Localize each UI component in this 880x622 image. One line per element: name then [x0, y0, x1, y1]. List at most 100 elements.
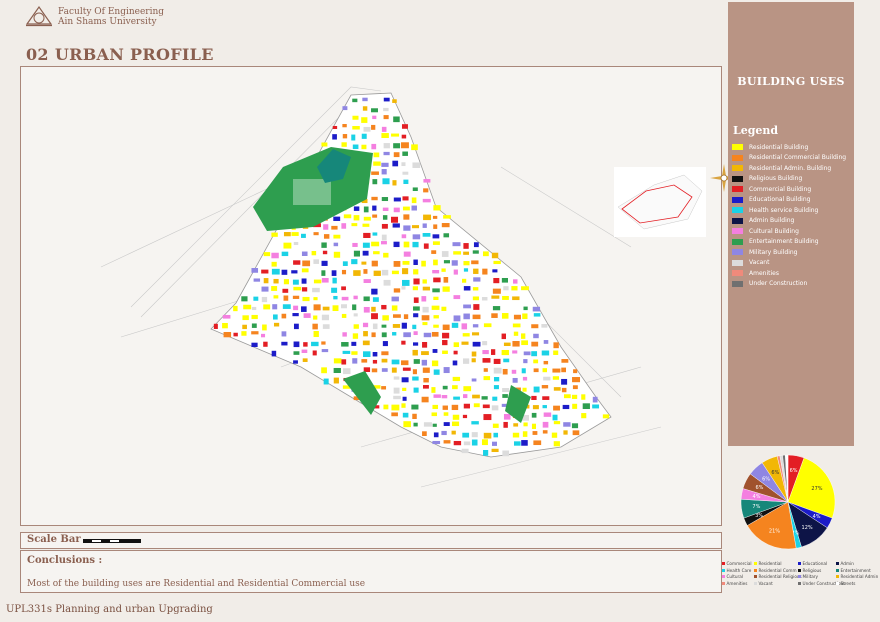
legend-swatch — [732, 217, 743, 224]
building-block — [293, 286, 302, 291]
building-block — [443, 260, 450, 264]
building-block — [263, 252, 271, 257]
building-block — [493, 432, 499, 438]
building-block — [352, 358, 358, 364]
pie-slice-label: 6% — [755, 485, 763, 491]
building-block — [471, 432, 478, 438]
building-block — [453, 342, 459, 348]
building-block — [313, 232, 319, 236]
building-block — [493, 260, 501, 265]
building-block — [463, 243, 469, 249]
building-block — [491, 252, 499, 259]
building-block — [462, 432, 470, 438]
building-block — [271, 232, 278, 237]
building-block — [483, 323, 492, 328]
building-block — [422, 385, 429, 389]
building-block — [523, 306, 528, 311]
building-block — [361, 133, 367, 139]
building-block — [312, 287, 320, 293]
building-block — [351, 351, 358, 355]
building-block — [303, 313, 311, 318]
building-block — [463, 386, 472, 392]
building-block — [371, 171, 379, 175]
building-block — [341, 223, 347, 229]
building-block — [492, 269, 498, 273]
building-block — [273, 295, 279, 299]
legend-item: Residential Commercial Building — [732, 153, 846, 164]
building-block — [282, 304, 291, 309]
legend-swatch — [732, 228, 743, 235]
building-block — [443, 215, 451, 219]
pie-slice-label: 6% — [790, 468, 798, 474]
building-block — [413, 297, 419, 303]
building-block — [273, 278, 279, 284]
pie-legend-swatch — [836, 575, 839, 578]
institution-header: Faculty Of Engineering Ain Shams Univers… — [58, 7, 164, 27]
building-block — [332, 134, 337, 140]
building-block — [433, 224, 438, 229]
building-block — [523, 422, 528, 427]
building-block — [473, 304, 480, 310]
building-block — [402, 171, 409, 175]
building-block — [521, 440, 528, 446]
pie-legend-label: Entertainment — [840, 567, 871, 573]
pie-legend-label: Religious — [802, 567, 822, 573]
building-block — [363, 206, 369, 213]
legend-swatch — [732, 154, 743, 161]
building-block — [353, 295, 358, 300]
building-block — [391, 216, 399, 223]
building-block — [442, 340, 448, 346]
building-block — [493, 385, 499, 390]
building-block — [491, 295, 500, 299]
building-block — [482, 341, 488, 346]
building-block — [443, 412, 449, 416]
building-block — [592, 396, 598, 403]
building-block — [533, 440, 542, 446]
building-block — [343, 214, 352, 219]
pie-legend-swatch — [836, 568, 839, 572]
pie-legend-item: Admin — [836, 561, 880, 566]
section-title-text: URBAN PROFILE — [54, 45, 214, 64]
building-block — [432, 423, 437, 427]
pie-legend-item: Vacant — [754, 581, 798, 586]
legend-swatch — [732, 270, 743, 277]
building-block — [412, 234, 421, 240]
building-block — [511, 286, 518, 291]
building-block — [541, 385, 549, 389]
building-block — [412, 376, 419, 381]
building-block — [381, 169, 387, 175]
building-block — [293, 341, 300, 348]
building-block — [433, 394, 441, 398]
building-block — [302, 296, 310, 302]
building-block — [363, 232, 371, 238]
pie-legend-item: Health Care — [722, 568, 754, 573]
building-block — [353, 215, 360, 221]
building-block — [281, 313, 287, 319]
building-block — [271, 350, 277, 357]
building-block — [493, 377, 500, 382]
building-block — [383, 115, 389, 120]
building-block — [213, 323, 218, 329]
building-block — [431, 387, 436, 393]
building-block — [393, 376, 400, 380]
building-block — [491, 448, 499, 453]
building-block — [381, 126, 387, 132]
building-block — [513, 279, 518, 284]
building-block — [331, 270, 337, 276]
building-block — [372, 359, 378, 364]
building-block — [563, 430, 568, 435]
building-block — [241, 331, 247, 336]
building-block — [432, 269, 440, 274]
pie-slice-label: 21% — [769, 528, 780, 534]
building-block — [571, 423, 579, 429]
building-block — [473, 268, 479, 274]
building-block — [363, 306, 370, 313]
building-block — [442, 332, 450, 339]
pie-legend-label: Educational — [802, 561, 828, 566]
building-block — [561, 387, 567, 393]
building-block — [513, 441, 521, 446]
building-block — [393, 387, 400, 394]
building-block — [413, 387, 419, 393]
pie-legend-label: Residential — [758, 561, 782, 566]
building-block — [242, 315, 249, 321]
